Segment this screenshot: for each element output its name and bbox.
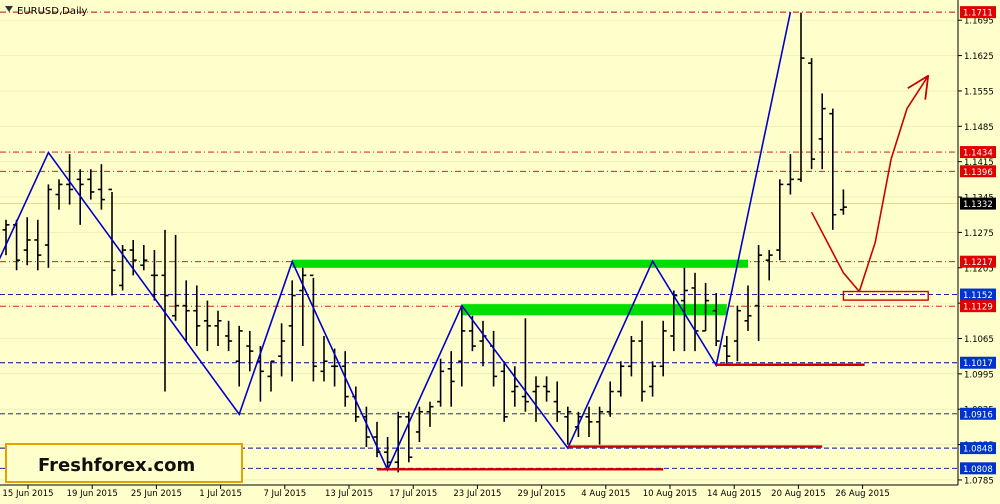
time-tick-label: 1 Jul 2015	[199, 489, 242, 499]
level-price-tag-text: 1.1711	[963, 9, 993, 19]
level-price-tag: 1.1711	[960, 6, 996, 19]
time-tick-label: 19 Jun 2015	[67, 489, 118, 499]
level-price-tag: 1.0848	[960, 442, 996, 455]
price-tick-label: 1.1065	[964, 335, 994, 345]
level-price-tag: 1.0808	[960, 462, 996, 475]
price-tick-label: 1.1275	[964, 229, 994, 239]
plot-background	[0, 0, 1000, 500]
level-price-tag-text: 1.0808	[963, 465, 993, 475]
green-zone	[461, 304, 727, 316]
level-price-tag-text: 1.1152	[963, 291, 993, 301]
price-tick-label: 1.0995	[964, 370, 994, 380]
level-price-tag: 1.1396	[960, 165, 996, 178]
time-tick-label: 20 Aug 2015	[771, 489, 825, 499]
level-price-tag: 1.1434	[960, 146, 996, 159]
level-price-tag-text: 1.1129	[963, 303, 993, 313]
time-tick-label: 23 Jul 2015	[453, 489, 501, 499]
time-tick-label: 14 Aug 2015	[707, 489, 761, 499]
level-price-tag: 1.1152	[960, 288, 996, 301]
time-tick-label: 7 Jul 2015	[263, 489, 306, 499]
level-price-tag-text: 1.1217	[963, 258, 993, 268]
level-price-tag-text: 1.1434	[963, 149, 993, 159]
green-zone	[292, 259, 748, 268]
level-price-tag-text: 1.0848	[963, 445, 993, 455]
price-tick-label: 1.1625	[964, 52, 994, 62]
time-tick-label: 29 Jul 2015	[518, 489, 566, 499]
level-price-tag-text: 1.1017	[963, 359, 993, 369]
time-tick-label: 4 Aug 2015	[581, 489, 630, 499]
eurusd-chart: 1.16951.16251.15551.14851.14151.13451.12…	[0, 0, 1000, 500]
level-price-tag: 1.0916	[960, 407, 996, 420]
time-tick-label: 15 Jun 2015	[2, 489, 53, 499]
level-price-tag-text: 1.1396	[963, 168, 993, 178]
level-price-tag: 1.1017	[960, 356, 996, 369]
time-tick-label: 10 Aug 2015	[643, 489, 697, 499]
level-price-tag: 1.1217	[960, 255, 996, 268]
level-price-tag: 1.1129	[960, 300, 996, 313]
price-tick-label: 1.1555	[964, 87, 994, 97]
price-tick-label: 1.0785	[964, 476, 994, 486]
level-price-tag-text: 1.0916	[963, 410, 993, 420]
chart-window: 1.16951.16251.15551.14851.14151.13451.12…	[0, 0, 1000, 500]
time-tick-label: 13 Jul 2015	[325, 489, 373, 499]
price-tick-label: 1.1485	[964, 123, 994, 133]
current-price-tag-text: 1.1332	[963, 200, 993, 210]
current-price-tag: 1.1332	[960, 197, 996, 210]
watermark-text: Freshforex.com	[38, 455, 195, 476]
time-tick-label: 17 Jul 2015	[389, 489, 437, 499]
time-tick-label: 26 Aug 2015	[835, 489, 889, 499]
time-tick-label: 25 Jun 2015	[131, 489, 182, 499]
chart-title: EURUSD,Daily	[17, 6, 88, 17]
